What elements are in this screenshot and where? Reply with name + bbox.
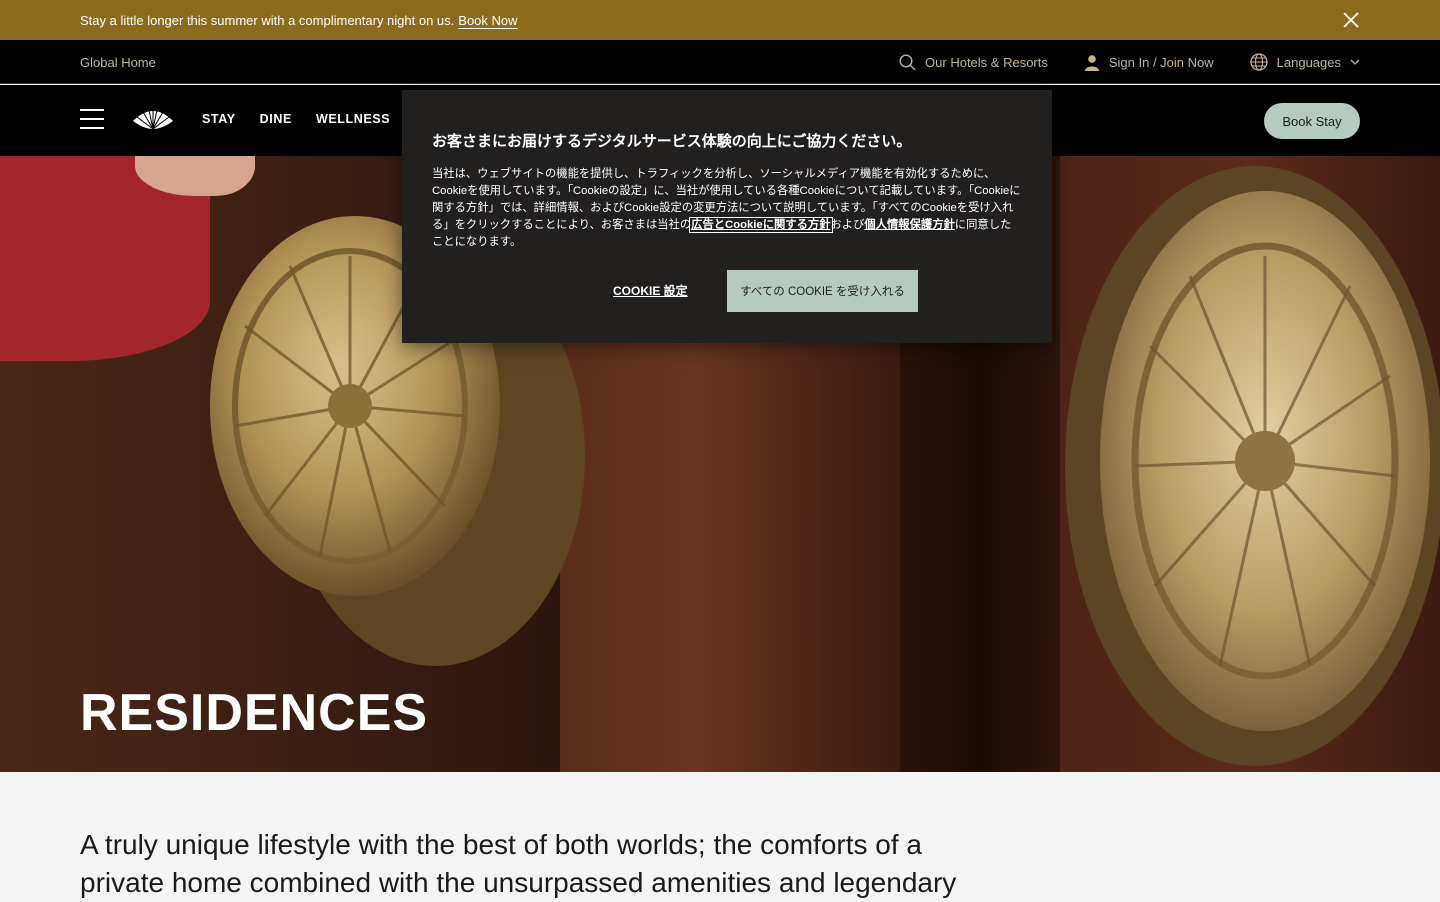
cookie-heading: お客さまにお届けするデジタルサービス体験の向上にご協力ください。 <box>432 132 912 150</box>
user-icon <box>1084 54 1099 71</box>
sign-in-link[interactable]: Sign In / Join Now <box>1084 54 1214 71</box>
nav-wellness[interactable]: WELLNESS <box>316 112 390 126</box>
nav-dine[interactable]: DINE <box>260 112 292 126</box>
nav-stay[interactable]: STAY <box>202 112 236 126</box>
promo-text: Stay a little longer this summer with a … <box>80 12 455 28</box>
languages-label: Languages <box>1276 54 1341 70</box>
menu-icon[interactable] <box>80 109 104 129</box>
cookie-settings-button[interactable]: COOKIE 設定 <box>613 282 688 299</box>
chevron-down-icon <box>1350 59 1360 65</box>
languages-dropdown[interactable]: Languages <box>1250 53 1360 71</box>
hotels-resorts-link[interactable]: Our Hotels & Resorts <box>899 53 1048 71</box>
cookie-body: 当社は、ウェブサイトの機能を提供し、トラフィックを分析し、ソーシャルメディア機能… <box>432 166 1022 251</box>
search-icon <box>899 53 916 70</box>
cookie-actions: COOKIE 設定 すべての COOKIE を受け入れる <box>402 270 1052 312</box>
sign-in-label: Sign In / Join Now <box>1108 54 1214 70</box>
promo-banner: Stay a little longer this summer with a … <box>0 0 1440 40</box>
promo-book-now-link[interactable]: Book Now <box>458 13 517 28</box>
cookie-and-text: および <box>830 219 865 231</box>
globe-icon <box>1250 53 1268 71</box>
fan-logo-icon[interactable] <box>132 107 174 131</box>
hotels-resorts-label: Our Hotels & Resorts <box>925 54 1048 70</box>
hero-title: RESIDENCES <box>80 684 429 742</box>
intro-text: A truly unique lifestyle with the best o… <box>80 829 957 898</box>
close-icon[interactable] <box>1342 11 1360 29</box>
book-stay-button[interactable]: Book Stay <box>1264 103 1360 139</box>
ad-cookie-policy-link[interactable]: 広告とCookieに関する方針 <box>689 217 833 233</box>
door-knob-right <box>1065 166 1440 766</box>
utility-bar: Global Home Our Hotels & Resorts Sign In… <box>0 40 1440 84</box>
privacy-policy-link[interactable]: 個人情報保護方針 <box>864 219 954 231</box>
primary-links: STAY DINE WELLNESS <box>202 112 390 126</box>
global-home-link[interactable]: Global Home <box>80 55 156 70</box>
accept-all-cookies-button[interactable]: すべての COOKIE を受け入れる <box>727 270 918 312</box>
cookie-consent-modal: お客さまにお届けするデジタルサービス体験の向上にご協力ください。 当社は、ウェブ… <box>402 90 1052 343</box>
